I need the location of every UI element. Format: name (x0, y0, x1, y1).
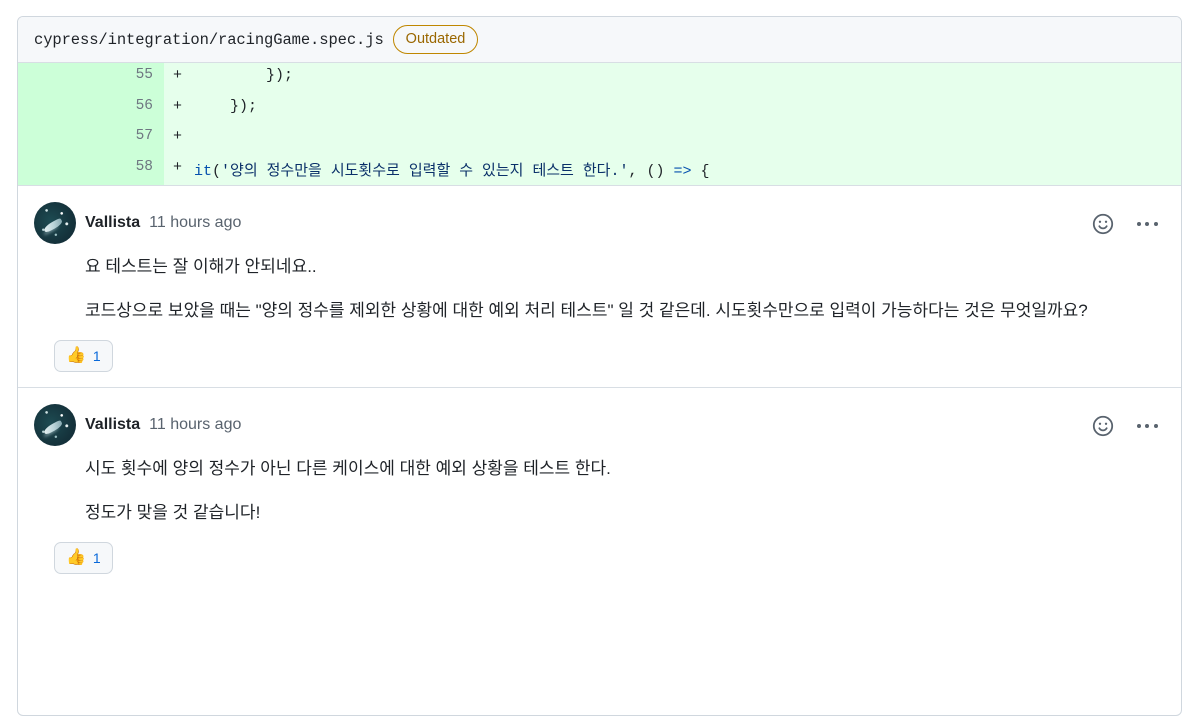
avatar[interactable] (34, 202, 76, 244)
kebab-icon (1136, 424, 1141, 429)
comment-timestamp[interactable]: 11 hours ago (149, 416, 241, 434)
file-header: cypress/integration/racingGame.spec.js O… (18, 17, 1181, 63)
thumbs-up-icon: 👍 (66, 549, 86, 567)
diff-line[interactable]: 58 + it('양의 정수만을 시도횟수로 입력할 수 있는지 테스트 한다.… (18, 154, 1181, 185)
diff-hunk: 55 + }); 56 + }); 57 + 58 + it('양의 정수만을 … (18, 63, 1181, 186)
code-token-paren: ( (212, 162, 222, 180)
comment-actions (1091, 414, 1159, 438)
reactions-bar: 👍 1 (34, 324, 1165, 387)
review-comment: Vallista 11 hours ago 요 테스트는 잘 이해가 안되네요.… (18, 186, 1181, 387)
kebab-icon (1153, 424, 1158, 429)
diff-code (194, 124, 1181, 155)
review-comment: Vallista 11 hours ago 시도 횟수에 양의 정수가 아닌 다… (18, 388, 1181, 589)
diff-marker: + (164, 63, 194, 94)
smiley-icon (1092, 213, 1114, 235)
diff-code: }); (194, 63, 1181, 94)
comment-actions (1091, 212, 1159, 236)
code-token-brace: { (691, 162, 710, 180)
diff-line-number: 58 (18, 154, 164, 185)
comment-body: 요 테스트는 잘 이해가 안되네요.. 코드상으로 보았을 때는 "양의 정수를… (34, 244, 1163, 324)
avatar[interactable] (34, 404, 76, 447)
comment-header: Vallista 11 hours ago (34, 404, 1165, 447)
thumbs-up-icon: 👍 (66, 347, 86, 365)
comment-author[interactable]: Vallista (85, 416, 140, 434)
outdated-badge: Outdated (392, 24, 479, 55)
add-reaction-button[interactable] (1091, 212, 1115, 236)
code-token-arrow: => (673, 162, 692, 180)
comment-paragraph: 요 테스트는 잘 이해가 안되네요.. (85, 257, 317, 276)
review-thread: cypress/integration/racingGame.spec.js O… (17, 16, 1182, 716)
reaction-count: 1 (92, 348, 101, 365)
comment-body: 시도 횟수에 양의 정수가 아닌 다른 케이스에 대한 예외 상황을 테스트 한… (34, 446, 1163, 526)
comment-author[interactable]: Vallista (85, 214, 140, 232)
diff-marker: + (164, 154, 194, 185)
file-path: cypress/integration/racingGame.spec.js (34, 30, 384, 49)
diff-line[interactable]: 57 + (18, 124, 1181, 155)
kebab-icon (1136, 222, 1141, 226)
comment-paragraph: 코드상으로 보았을 때는 "양의 정수를 제외한 상황에 대한 예외 처리 테스… (85, 300, 1088, 320)
code-token-args: , () (628, 162, 674, 180)
comment-header: Vallista 11 hours ago (34, 202, 1165, 244)
comment-paragraph: 시도 횟수에 양의 정수가 아닌 다른 케이스에 대한 예외 상황을 테스트 한… (85, 459, 611, 479)
reaction-count: 1 (92, 550, 101, 567)
diff-line-number: 57 (18, 124, 164, 155)
diff-line-number: 56 (18, 93, 164, 124)
reaction-thumbsup[interactable]: 👍 1 (54, 340, 113, 373)
diff-code: it('양의 정수만을 시도횟수로 입력할 수 있는지 테스트 한다.', ()… (194, 154, 1181, 185)
code-token-string: '양의 정수만을 시도횟수로 입력할 수 있는지 테스트 한다.' (221, 162, 629, 180)
diff-line[interactable]: 55 + }); (18, 63, 1181, 94)
more-options-button[interactable] (1135, 414, 1159, 438)
kebab-icon (1145, 222, 1149, 226)
kebab-icon (1145, 424, 1149, 429)
diff-marker: + (164, 93, 194, 124)
reaction-thumbsup[interactable]: 👍 1 (54, 542, 113, 575)
more-options-button[interactable] (1135, 212, 1159, 236)
diff-code: }); (194, 93, 1181, 124)
code-token-function: it (194, 162, 213, 180)
comment-timestamp[interactable]: 11 hours ago (149, 214, 241, 232)
add-reaction-button[interactable] (1091, 414, 1115, 438)
smiley-icon (1092, 415, 1114, 437)
diff-marker: + (164, 124, 194, 155)
comment-paragraph: 정도가 맞을 것 같습니다! (85, 502, 261, 522)
diff-line-number: 55 (18, 63, 164, 94)
diff-line[interactable]: 56 + }); (18, 93, 1181, 124)
kebab-icon (1153, 222, 1158, 226)
reactions-bar: 👍 1 (34, 526, 1165, 589)
